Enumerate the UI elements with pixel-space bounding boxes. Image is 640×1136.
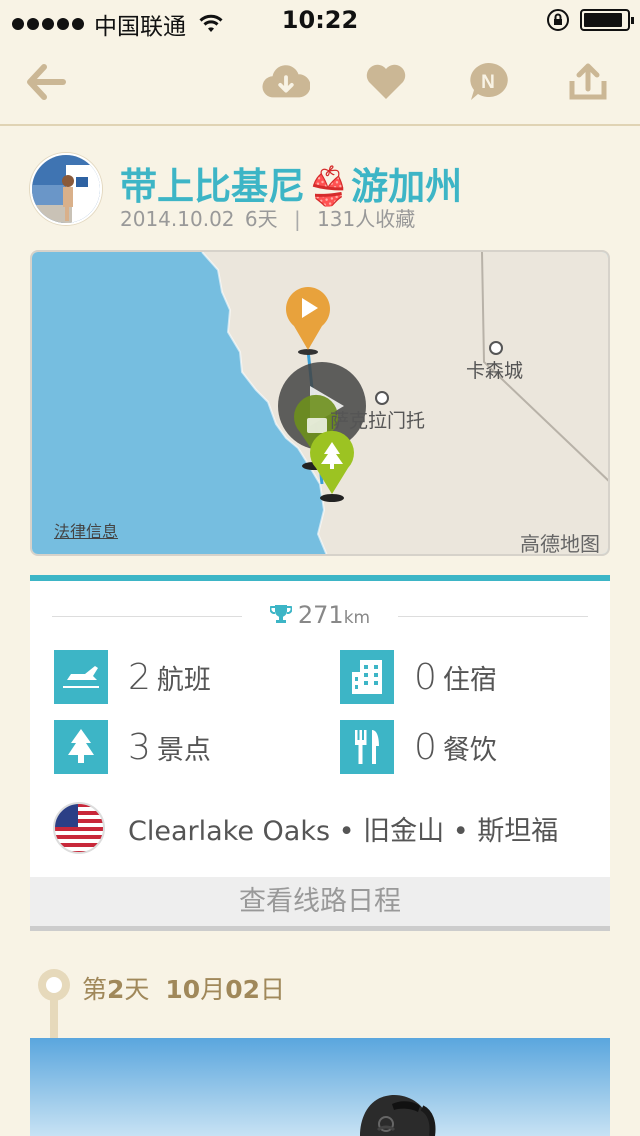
day-month-num: 10 <box>165 975 201 1004</box>
orientation-lock-icon <box>547 9 569 31</box>
distance-unit: km <box>343 608 371 628</box>
map-legal-link[interactable]: 法律信息 <box>54 518 118 542</box>
timeline-line <box>50 1000 58 1042</box>
day-suffix: 天 <box>124 975 150 1004</box>
meta-separator: | <box>293 207 301 231</box>
notes-button[interactable]: N <box>464 58 512 106</box>
places-row: Clearlake Oaks • 旧金山 • 斯坦福 <box>52 801 558 855</box>
route-map[interactable]: 卡森城 萨克拉门托 法律信息 高德地图 <box>30 250 610 556</box>
map-label-sacramento: 萨克拉门托 <box>330 410 426 432</box>
trip-meta: 2014.10.02 6天 | 131人收藏 <box>120 203 415 232</box>
clock: 10:22 <box>281 6 359 34</box>
view-route-button[interactable]: 查看线路日程 <box>30 877 610 931</box>
timeline-dot <box>38 969 70 1001</box>
stat-count: 0 <box>414 656 437 698</box>
battery-icon <box>580 9 634 31</box>
trip-summary-card: 271km 2 航班 0 住宿 3 景点 0 餐饮 Clearlake Oaks… <box>30 575 610 931</box>
trip-date: 2014.10.02 <box>120 207 235 231</box>
distance-row: 271km <box>30 601 610 629</box>
stat-count: 0 <box>414 726 437 768</box>
places-list: Clearlake Oaks • 旧金山 • 斯坦福 <box>128 815 559 847</box>
stat-hotels[interactable]: 0 住宿 <box>340 650 497 704</box>
chat-n-icon: N <box>470 62 508 100</box>
stat-label: 航班 <box>156 664 211 696</box>
share-button[interactable] <box>564 58 612 106</box>
status-bar: 中国联通 10:22 <box>0 0 640 40</box>
back-arrow-icon <box>27 64 66 100</box>
plane-icon <box>54 650 108 704</box>
day-number: 2 <box>107 975 125 1004</box>
distance-value: 271 <box>297 601 344 629</box>
day-heading: 第2天 10月02日 <box>82 970 285 1006</box>
us-flag-icon <box>53 802 105 854</box>
back-button[interactable] <box>22 58 70 106</box>
day-date-char: 日 <box>260 975 286 1004</box>
day-date-num: 02 <box>225 975 260 1004</box>
nav-bar: N <box>0 40 640 126</box>
download-button[interactable] <box>262 58 310 106</box>
tree-icon <box>54 720 108 774</box>
food-icon <box>340 720 394 774</box>
stat-count: 2 <box>128 656 151 698</box>
map-label-carson-city: 卡森城 <box>466 360 524 382</box>
svg-text:N: N <box>481 72 495 93</box>
stat-label: 住宿 <box>442 664 497 696</box>
hotel-icon <box>340 650 394 704</box>
trip-days: 6天 <box>244 207 278 231</box>
stat-flights[interactable]: 2 航班 <box>54 650 211 704</box>
map-provider-logo: 高德地图 <box>520 532 600 556</box>
day-photo[interactable] <box>30 1038 610 1136</box>
favorite-button[interactable] <box>362 58 410 106</box>
author-avatar[interactable] <box>30 153 102 225</box>
share-icon <box>569 63 607 100</box>
day-month-char: 月 <box>200 975 226 1004</box>
cloud-download-icon <box>262 65 310 98</box>
trip-title: 带上比基尼👙游加州 <box>120 165 463 208</box>
stat-label: 餐饮 <box>442 734 497 766</box>
trip-favorites: 131人收藏 <box>317 207 416 231</box>
heart-icon <box>366 64 406 99</box>
stat-sights[interactable]: 3 景点 <box>54 720 211 774</box>
trophy-icon <box>269 605 293 623</box>
day-prefix: 第 <box>82 975 108 1004</box>
stat-label: 景点 <box>156 734 211 766</box>
stat-dining[interactable]: 0 餐饮 <box>340 720 497 774</box>
stat-count: 3 <box>128 726 151 768</box>
